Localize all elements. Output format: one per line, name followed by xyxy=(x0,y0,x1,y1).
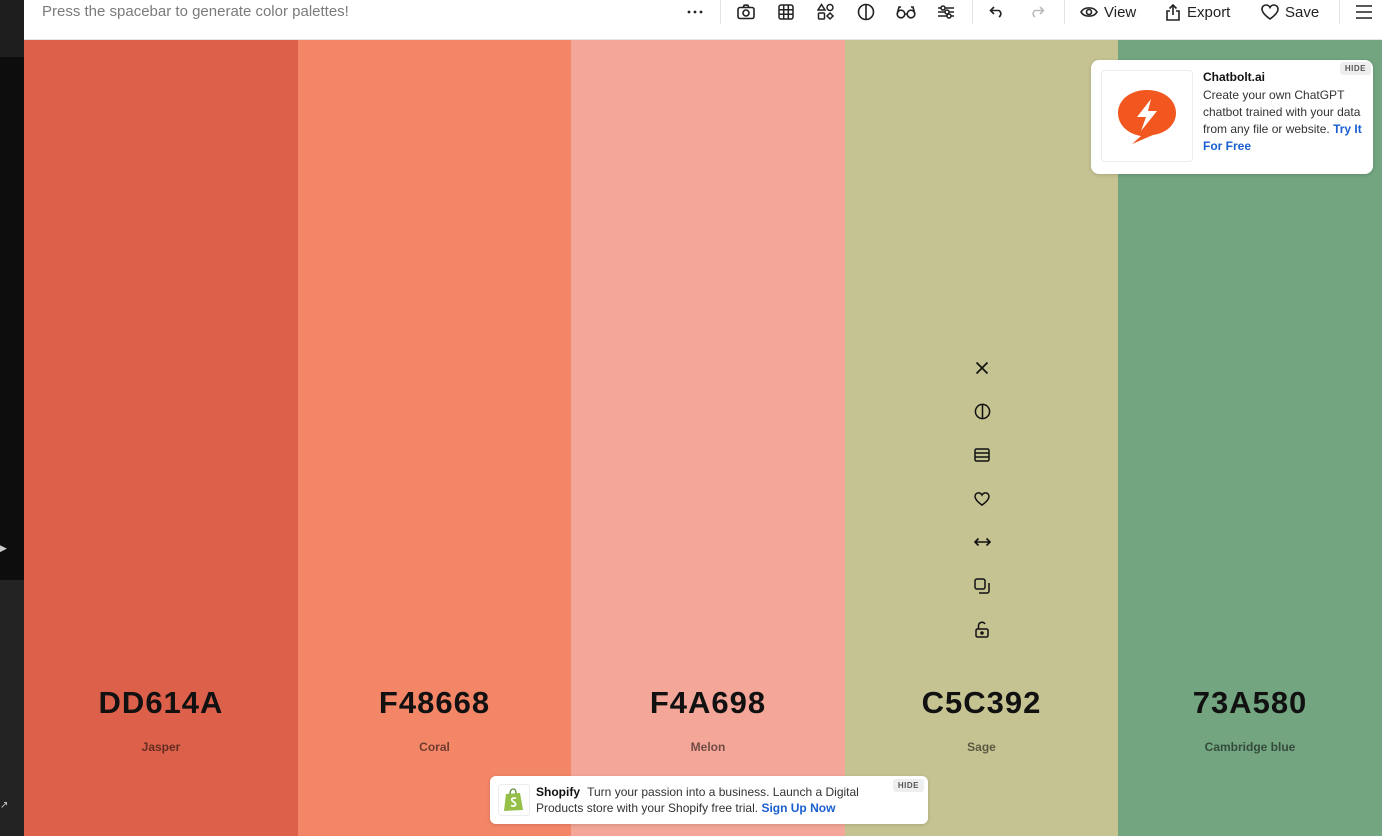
banner-brand: Shopify xyxy=(536,785,580,799)
export-label: Export xyxy=(1187,3,1231,21)
close-icon[interactable] xyxy=(970,356,994,380)
camera-icon[interactable] xyxy=(735,2,757,22)
spacebar-hint: Press the spacebar to generate color pal… xyxy=(42,3,349,20)
glasses-icon[interactable] xyxy=(895,2,917,22)
contrast-icon[interactable] xyxy=(970,400,994,424)
color-name[interactable]: Sage xyxy=(845,740,1118,754)
hex-code[interactable]: DD614A xyxy=(24,685,298,721)
ad-description: Create your own ChatGPT chatbot trained … xyxy=(1203,87,1363,155)
hex-code[interactable]: 73A580 xyxy=(1118,685,1382,721)
drag-arrows-icon[interactable] xyxy=(970,530,994,554)
hex-code[interactable]: F4A698 xyxy=(571,685,845,721)
shapes-icon[interactable] xyxy=(815,2,837,22)
ad-title: Chatbolt.ai xyxy=(1203,70,1265,84)
hamburger-menu-icon[interactable] xyxy=(1353,2,1375,22)
column-tools xyxy=(970,356,994,661)
chatbolt-logo xyxy=(1101,70,1193,162)
hex-code[interactable]: F48668 xyxy=(298,685,571,721)
left-panel-bottom xyxy=(0,580,24,836)
grid-icon[interactable] xyxy=(775,2,797,22)
color-column-4[interactable]: C5C392 Sage xyxy=(845,40,1118,836)
color-column-2[interactable]: F48668 Coral xyxy=(298,40,571,836)
heart-icon[interactable] xyxy=(970,487,994,511)
color-name[interactable]: Melon xyxy=(571,740,845,754)
color-column-3[interactable]: F4A698 Melon xyxy=(571,40,845,836)
top-toolbar: Press the spacebar to generate color pal… xyxy=(24,0,1382,40)
toolbar-divider xyxy=(720,0,721,24)
redo-icon[interactable] xyxy=(1026,2,1048,22)
left-panel-top xyxy=(0,0,24,57)
export-button[interactable]: Export xyxy=(1165,2,1230,22)
play-arrow-icon[interactable]: ▶ xyxy=(0,543,7,554)
eye-icon xyxy=(1080,7,1098,17)
expand-arrow-icon[interactable]: ↗ xyxy=(0,800,8,811)
ad-card[interactable]: Chatbolt.ai Create your own ChatGPT chat… xyxy=(1091,60,1373,174)
contrast-icon[interactable] xyxy=(855,2,877,22)
shopify-logo xyxy=(498,784,530,816)
color-column-1[interactable]: DD614A Jasper xyxy=(24,40,298,836)
shopify-banner[interactable]: Shopify Turn your passion into a busines… xyxy=(490,776,928,824)
color-name[interactable]: Cambridge blue xyxy=(1118,740,1382,754)
save-button[interactable]: Save xyxy=(1261,2,1319,22)
color-name[interactable]: Jasper xyxy=(24,740,298,754)
undo-icon[interactable] xyxy=(986,2,1008,22)
sliders-icon[interactable] xyxy=(935,2,957,22)
hex-code[interactable]: C5C392 xyxy=(845,685,1118,721)
copy-icon[interactable] xyxy=(970,574,994,598)
banner-cta-link[interactable]: Sign Up Now xyxy=(761,801,835,815)
more-dots-icon[interactable] xyxy=(684,2,706,22)
toolbar-divider xyxy=(1339,0,1340,24)
unlock-icon[interactable] xyxy=(970,617,994,641)
left-panel: ▶ ↗ xyxy=(0,0,24,836)
banner-hide-button[interactable]: HIDE xyxy=(892,779,924,792)
shades-icon[interactable] xyxy=(970,443,994,467)
view-label: View xyxy=(1104,3,1137,21)
share-icon xyxy=(1166,3,1180,21)
toolbar-divider xyxy=(1064,0,1065,24)
heart-icon xyxy=(1261,4,1279,20)
toolbar-divider xyxy=(972,0,973,24)
color-name[interactable]: Coral xyxy=(298,740,571,754)
view-button[interactable]: View xyxy=(1080,2,1136,22)
save-label: Save xyxy=(1285,3,1320,21)
ad-hide-button[interactable]: HIDE xyxy=(1339,62,1371,75)
banner-text: Shopify Turn your passion into a busines… xyxy=(536,784,886,816)
